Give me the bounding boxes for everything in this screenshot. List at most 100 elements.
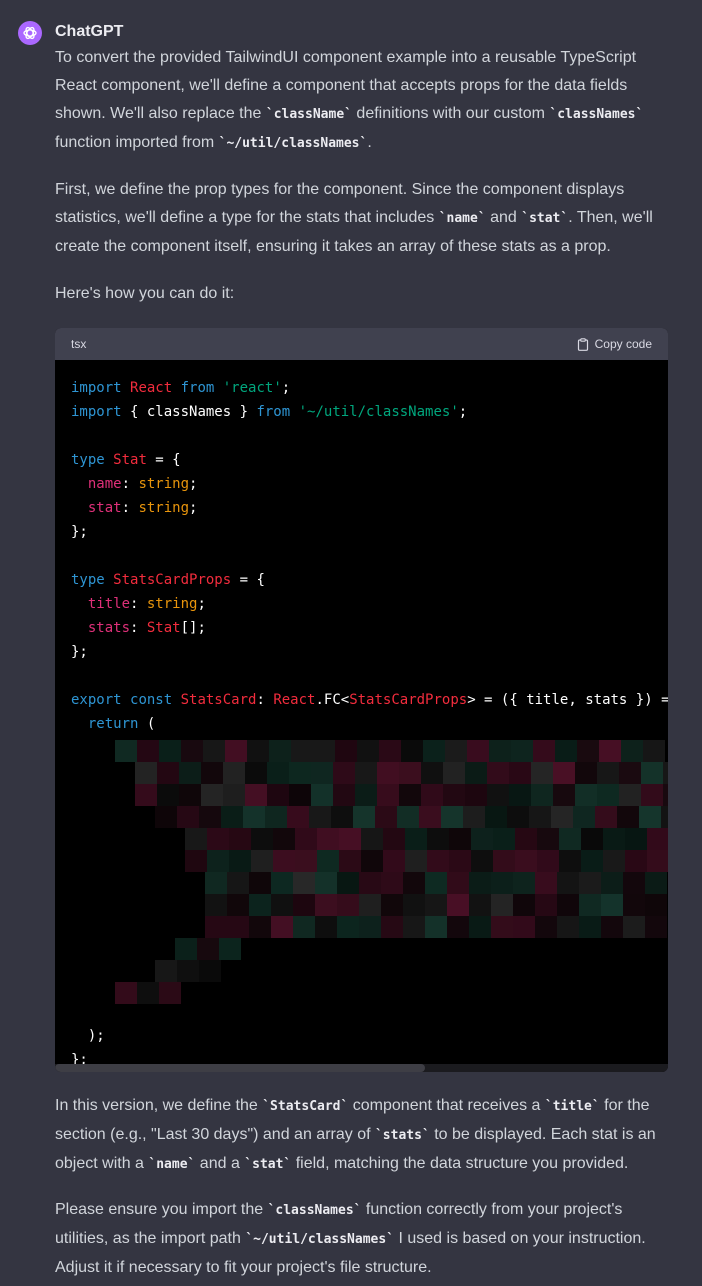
redaction-pixel: [551, 806, 573, 828]
redaction-pixel: [441, 806, 463, 828]
redaction-pixel: [293, 916, 315, 938]
redaction-pixel: [337, 916, 359, 938]
code-body: import React from 'react'; import { clas…: [55, 360, 668, 1072]
code-line: };: [71, 644, 88, 660]
redaction-pixel: [291, 740, 313, 762]
inline-code: `stats`: [374, 1128, 430, 1143]
redaction-pixel: [513, 872, 535, 894]
redaction-pixel: [537, 828, 559, 850]
redaction-pixel: [639, 806, 661, 828]
redaction-pixel: [557, 894, 579, 916]
redaction-pixel: [555, 740, 577, 762]
redaction-pixel: [581, 828, 603, 850]
copy-code-button[interactable]: Copy code: [577, 337, 652, 351]
redaction-pixel: [377, 784, 399, 806]
redaction-pixel: [251, 850, 273, 872]
scrollbar-thumb[interactable]: [55, 1064, 425, 1072]
redaction-pixel: [469, 916, 491, 938]
code-line: export const StatsCard: React.FC<StatsCa…: [71, 692, 668, 708]
redaction-pixel: [157, 762, 179, 784]
redaction-pixel: [359, 872, 381, 894]
redaction-pixel: [381, 894, 403, 916]
redaction-pixel: [421, 784, 443, 806]
author-name: ChatGPT: [55, 23, 124, 40]
redaction-pixel: [157, 784, 179, 806]
redaction-pixel: [267, 784, 289, 806]
redaction-pixel: [641, 784, 663, 806]
redaction-pixel: [229, 850, 251, 872]
redaction-pixel: [375, 806, 397, 828]
redaction-pixel: [663, 762, 668, 784]
redaction-pixel: [135, 784, 157, 806]
redaction-pixel: [381, 872, 403, 894]
redaction-pixel: [467, 740, 489, 762]
code-line: name: string;: [87, 476, 198, 492]
redaction-pixel: [355, 784, 377, 806]
redaction-pixel: [289, 762, 311, 784]
redaction-pixel: [579, 872, 601, 894]
redaction-pixel: [295, 828, 317, 850]
redaction-pixel: [601, 894, 623, 916]
openai-logo-icon: [23, 26, 37, 40]
redaction-pixel: [465, 762, 487, 784]
redaction-pixel: [449, 828, 471, 850]
redaction-pixel: [379, 740, 401, 762]
redaction-pixel: [597, 784, 619, 806]
redaction-pixel: [557, 872, 579, 894]
redaction-pixel: [405, 828, 427, 850]
redaction-pixel: [315, 872, 337, 894]
redaction-pixel: [531, 784, 553, 806]
redaction-pixel: [207, 850, 229, 872]
redaction-pixel: [177, 806, 199, 828]
redaction-pixel: [251, 828, 273, 850]
code-line: title: string;: [87, 596, 206, 612]
redaction-pixel: [179, 784, 201, 806]
redaction-pixel: [245, 784, 267, 806]
redaction-pixel: [205, 872, 227, 894]
redaction-pixel: [353, 806, 375, 828]
redaction-pixel: [361, 850, 383, 872]
redaction-pixel: [573, 806, 595, 828]
redaction-pixel: [273, 850, 295, 872]
code-language-label: tsx: [71, 337, 87, 351]
redaction-pixel: [207, 828, 229, 850]
redaction-pixel: [333, 784, 355, 806]
code-line: type Stat = {: [71, 452, 181, 468]
code-line: type StatsCardProps = {: [71, 572, 265, 588]
redaction-pixel: [403, 894, 425, 916]
redaction-pixel: [487, 762, 509, 784]
redaction-pixel: [399, 784, 421, 806]
redaction-pixel: [203, 740, 225, 762]
redaction-pixel: [513, 916, 535, 938]
redaction-pixel: [553, 784, 575, 806]
redaction-pixel: [383, 828, 405, 850]
code-line: import { classNames } from '~/util/class…: [71, 404, 468, 420]
redaction-pixel: [515, 828, 537, 850]
redaction-pixel: [249, 894, 271, 916]
redaction-pixel: [185, 850, 207, 872]
redaction-pixel: [619, 762, 641, 784]
redaction-pixel: [115, 982, 137, 1004]
redaction-pixel: [135, 762, 157, 784]
inline-code: `~/util/classNames`: [245, 1232, 395, 1247]
redaction-pixel: [469, 894, 491, 916]
redaction-pixel: [533, 740, 555, 762]
redaction-pixel: [155, 806, 177, 828]
redaction-pixel: [513, 894, 535, 916]
redaction-pixel: [647, 828, 668, 850]
horizontal-scrollbar[interactable]: [55, 1064, 668, 1072]
redaction-pixel: [581, 850, 603, 872]
redaction-pixel: [469, 872, 491, 894]
redaction-pixel: [185, 828, 207, 850]
redaction-pixel: [645, 916, 667, 938]
redaction-pixel: [559, 828, 581, 850]
redaction-pixel: [225, 740, 247, 762]
redaction-pixel: [221, 806, 243, 828]
inline-code: `stat`: [244, 1157, 292, 1172]
redaction-pixel: [575, 784, 597, 806]
redaction-pixel: [531, 762, 553, 784]
redaction-pixel: [447, 916, 469, 938]
redacted-code-region: [95, 740, 668, 1005]
code-line: return (: [87, 716, 156, 732]
redaction-pixel: [553, 762, 575, 784]
